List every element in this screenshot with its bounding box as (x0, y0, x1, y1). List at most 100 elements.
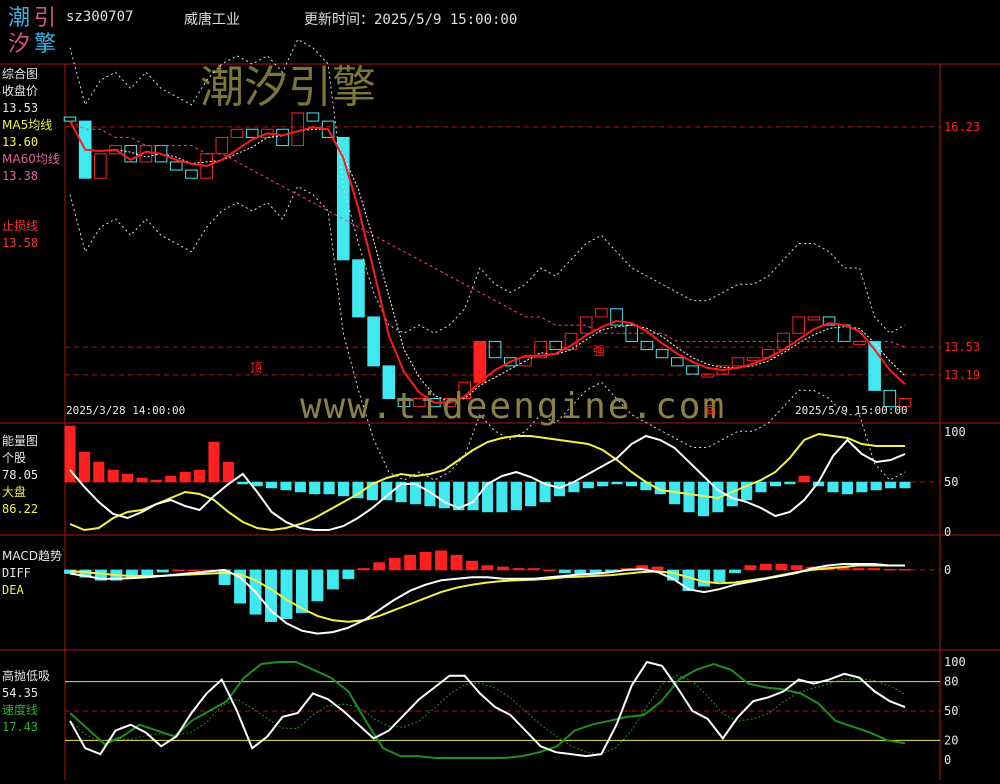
axis-tick-label: 16.23 (944, 120, 980, 134)
energy-bar (611, 481, 623, 485)
update-label: 更新时间： (304, 12, 374, 28)
watermark-brand: 潮汐引擎 (200, 62, 376, 113)
candle (519, 357, 532, 367)
axis-tick-label: 20 (944, 733, 958, 747)
energy-bar (496, 481, 508, 513)
axis-tick-label: 0 (944, 525, 951, 539)
energy-bar (179, 471, 191, 483)
energy-bar (122, 473, 134, 483)
osc-speed-line (69, 661, 906, 759)
stock-code: sz300707 (66, 9, 134, 25)
macd-bar (728, 569, 741, 574)
candle (549, 340, 563, 351)
osc-value: 54.35 (2, 686, 39, 700)
energy-bar (827, 481, 839, 493)
ma60-line (69, 120, 906, 348)
energy-bar (899, 481, 911, 489)
osc-title: 高抛低吸 (2, 669, 51, 683)
macd-bar (326, 569, 339, 590)
app-logo: 潮 引 汐 擎 (6, 4, 58, 58)
ma5-value: 13.60 (2, 135, 39, 149)
energy-bar (280, 481, 292, 491)
candle (746, 357, 760, 362)
mark-top: 顶 (250, 361, 262, 375)
candle (169, 161, 183, 171)
oscillator-panel-plot (69, 660, 906, 759)
logo-char: 引 (34, 6, 57, 31)
energy-bar (107, 469, 119, 483)
macd-bar (868, 568, 881, 571)
energy-bar (841, 481, 853, 495)
energy-bar (208, 441, 220, 483)
energy-bar (784, 481, 796, 485)
macd-bar (357, 568, 370, 571)
macd-bar (481, 565, 494, 571)
macd-bar (156, 569, 169, 573)
macd-bar (651, 566, 664, 571)
candle (701, 373, 714, 378)
main-date-end: 2025/5/9 15:00:00 (795, 404, 908, 417)
energy-panel-plot (64, 425, 911, 532)
axis-tick-label: 13.19 (944, 368, 980, 382)
candle (655, 349, 669, 359)
macd-dea-line (69, 564, 905, 623)
candle (488, 340, 502, 359)
watermark-url-layer: www.tideengine.com (300, 386, 726, 427)
energy-bar (265, 481, 278, 489)
stock-name: 威唐工业 (184, 12, 240, 28)
macd-bar (497, 566, 509, 571)
macd-bar (852, 568, 865, 571)
close-value: 13.53 (2, 101, 39, 115)
energy-stock-value: 78.05 (2, 468, 39, 482)
macd-bar (543, 569, 556, 572)
stop-label: 止损线 (2, 219, 39, 233)
energy-bar (194, 469, 206, 483)
macd-bar (466, 560, 478, 571)
axis-tick-label: 80 (944, 675, 958, 689)
macd-title: MACD趋势 (2, 549, 62, 563)
candle (792, 316, 806, 334)
energy-bar (251, 481, 263, 487)
energy-bar (510, 481, 522, 511)
update-value: 2025/5/9 15:00:00 (374, 12, 518, 28)
chart-canvas: 潮汐引擎 16.23 13.53 13.19 100 50 0 0 100 80 50 20 0 ww… (0, 38, 1000, 780)
candle (670, 357, 684, 367)
macd-bar (790, 565, 803, 571)
macd-dea-label: DEA (2, 583, 24, 597)
main-date-start: 2025/3/28 14:00:00 (66, 404, 185, 417)
energy-bar (309, 481, 321, 495)
upper-band-line (69, 38, 906, 334)
candle (185, 169, 198, 179)
energy-market-label: 大盘 (2, 485, 27, 499)
macd-bar (744, 565, 757, 571)
axis-tick-label: 100 (944, 425, 966, 439)
macd-diff-label: DIFF (2, 566, 31, 580)
energy-market-value: 86.22 (2, 502, 39, 516)
osc-speed-label: 速度线 (2, 703, 39, 717)
axis-tick-label: 0 (944, 753, 951, 767)
macd-bar (713, 569, 726, 583)
energy-bar (78, 451, 90, 483)
macd-bar (899, 568, 911, 571)
watermark-url: www.tideengine.com (300, 386, 726, 427)
update-time: 更新时间：2025/5/9 15:00:00 (304, 9, 517, 29)
energy-bar (323, 481, 335, 495)
macd-bar (883, 568, 896, 571)
energy-bar (625, 481, 638, 487)
energy-bar (481, 481, 494, 513)
axis-tick-label: 100 (944, 655, 966, 669)
energy-bar (582, 481, 594, 489)
macd-bar (342, 569, 355, 580)
axis-tick-label: 0 (944, 563, 951, 577)
energy-bar (525, 481, 537, 507)
energy-bar (683, 481, 695, 513)
macd-bar (450, 554, 463, 571)
energy-bar (381, 481, 393, 501)
energy-bar (294, 481, 306, 493)
osc-signal-line (69, 674, 906, 755)
candle (215, 136, 229, 155)
macd-bar (187, 569, 200, 572)
macd-bar (141, 569, 154, 576)
macd-bar (435, 550, 448, 571)
candle (245, 128, 259, 138)
